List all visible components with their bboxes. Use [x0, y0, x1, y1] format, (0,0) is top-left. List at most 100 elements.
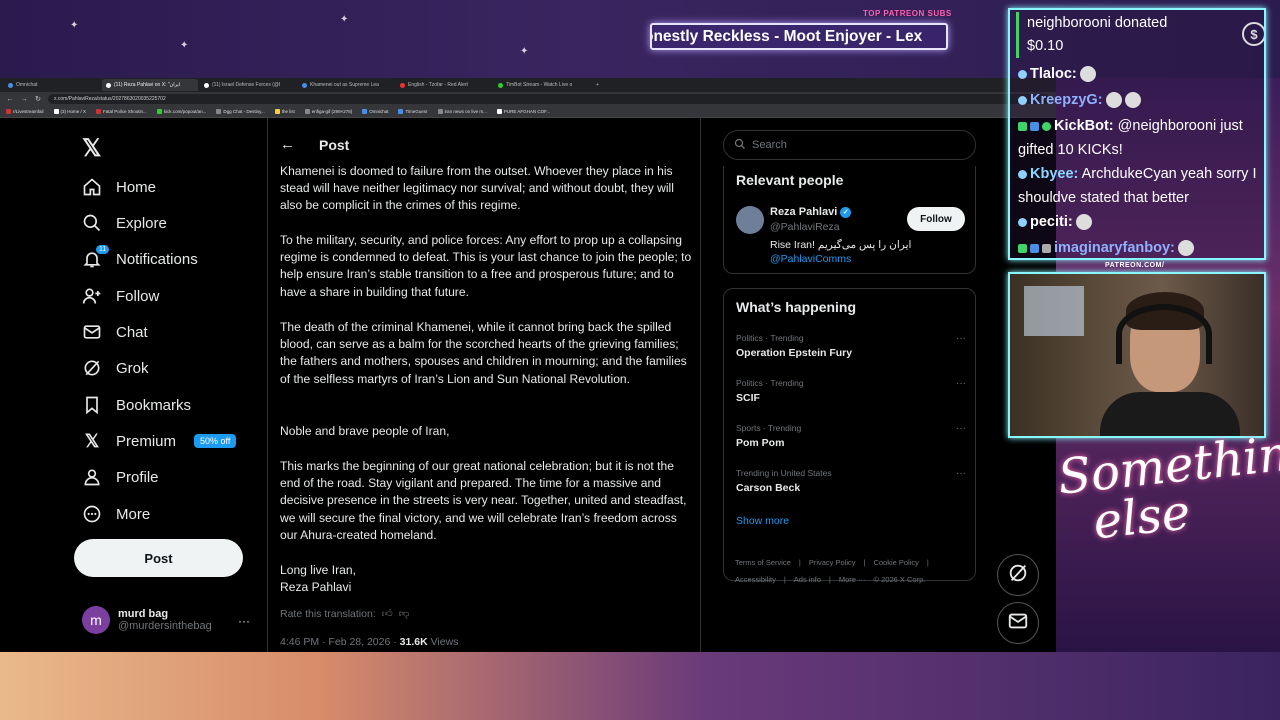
follow-button[interactable]: Follow [907, 207, 965, 231]
trend-item[interactable]: Sports · Trending Pom Pom ··· [736, 423, 966, 449]
browser-tab[interactable]: Omnichat [4, 79, 100, 91]
copyright: © 2026 X Corp. [873, 575, 926, 584]
nav-profile[interactable]: Profile [82, 462, 159, 492]
kick-badge-icon [1018, 243, 1027, 253]
new-tab-button[interactable]: + [592, 79, 604, 91]
bio-link[interactable]: @PahlaviComms [770, 252, 960, 266]
ticker-text: onestly Reckless - Moot Enjoyer - Lex [650, 27, 923, 45]
person-bio: Rise Iran! ایران را پس می‌گیریم @PahlaviC… [770, 238, 960, 266]
back-arrow-icon[interactable]: ← [6, 96, 14, 103]
footer-divider: | [798, 558, 801, 567]
trend-item[interactable]: Trending in United States Carson Beck ··… [736, 468, 966, 494]
forward-arrow-icon[interactable]: → [20, 96, 28, 103]
chat-username: peciti: [1030, 214, 1073, 230]
footer-link[interactable]: Ads info [794, 575, 821, 584]
post-button[interactable]: Post [74, 539, 243, 577]
chat-message: Tlaloc: [1018, 62, 1264, 86]
chat-badge-icon [1018, 69, 1027, 79]
stream-background-bottom [0, 652, 1280, 720]
nav-more[interactable]: More [82, 499, 150, 529]
account-switcher[interactable]: m murd bag @murdersinthebag ··· [82, 606, 250, 634]
avatar[interactable] [736, 206, 764, 234]
chat-message: peciti: [1018, 210, 1264, 234]
footer-link[interactable]: Privacy Policy [809, 558, 856, 567]
nav-label: Home [116, 178, 157, 196]
show-more-link[interactable]: Show more [736, 515, 789, 527]
verified-badge-icon [1042, 121, 1051, 131]
more-dots-icon[interactable]: ··· [238, 614, 250, 628]
mail-icon [1007, 610, 1029, 637]
bookmark-icon [82, 395, 102, 415]
x-icon: 𝕏 [84, 430, 100, 451]
trend-name: Carson Beck [736, 482, 801, 494]
nav-premium[interactable]: 𝕏 Premium 50% off [82, 426, 237, 456]
headset-icon [1116, 304, 1212, 364]
nav-label: More [116, 505, 151, 523]
browser-tab[interactable]: English - Tzofar - Red Alert [396, 79, 492, 91]
browser-tab[interactable]: (11) Israel Defense Forces (@I [200, 79, 296, 91]
nav-label: Follow [116, 287, 160, 305]
browser-window: Omnichat (11) Reza Pahlavi on X: "ایران … [0, 78, 1056, 652]
reload-icon[interactable]: ↻ [34, 95, 42, 103]
footer-divider: | [828, 575, 831, 584]
bookmark-item[interactable]: the list [274, 109, 295, 114]
grok-fab-button[interactable] [997, 554, 1039, 596]
trend-name: Operation Epstein Fury [736, 347, 853, 359]
account-name: murd bag [118, 608, 169, 620]
thumbs-down-icon[interactable]: 👎︎ [399, 607, 410, 620]
more-dots-icon[interactable]: ··· [956, 333, 966, 344]
nav-bookmarks[interactable]: Bookmarks [82, 390, 191, 420]
nav-grok[interactable]: Grok [82, 353, 149, 383]
chat-message: KreepzyG: [1018, 88, 1264, 112]
thumbs-up-icon[interactable]: 👍︎ [382, 607, 393, 620]
bookmark-item[interactable]: Fatal Police Shootin... [96, 109, 147, 114]
bookmark-item[interactable]: Omnichat [362, 109, 388, 114]
post-paragraph: To the military, security, and police fo… [280, 233, 692, 299]
person-name[interactable]: Reza Pahlavi ✓ [770, 206, 852, 218]
post-header: ← Post [280, 136, 349, 153]
url-input[interactable]: x.com/PahlaviReza/status/202786302003522… [48, 94, 1050, 104]
browser-tab[interactable]: Khamenei out as Supreme Lea [298, 79, 394, 91]
nav-home[interactable]: Home [82, 172, 156, 202]
patreon-label: PATREON.COM/ [1105, 262, 1165, 269]
bookmark-item[interactable]: TimeGuesr [398, 109, 428, 114]
bookmark-item[interactable]: r/Livestreamfail [6, 109, 44, 114]
messages-fab-button[interactable] [997, 602, 1039, 644]
chat-username: imaginaryfanboy: [1054, 240, 1175, 256]
more-dots-icon[interactable]: ··· [956, 423, 966, 434]
emote-icon [1105, 92, 1122, 109]
browser-tab-active[interactable]: (11) Reza Pahlavi on X: "ایران [102, 79, 198, 91]
more-icon [82, 504, 102, 524]
bookmark-item[interactable]: enfiga-gif (299×278) [304, 109, 352, 114]
rate-translation: Rate this translation: 👍︎ 👎︎ [280, 607, 410, 621]
post-timestamp: 4:46 PM · Feb 28, 2026 · [280, 636, 400, 648]
bookmark-item[interactable]: kick.com/popout/an... [156, 109, 206, 114]
footer-link[interactable]: Terms of Service [735, 558, 791, 567]
top-subs-label: TOP PATREON SUBS [863, 9, 952, 18]
nav-notifications[interactable]: 11 Notifications [82, 244, 198, 274]
more-dots-icon[interactable]: ··· [956, 378, 966, 389]
nav-explore[interactable]: Explore [82, 208, 167, 238]
footer-link[interactable]: More ··· [839, 575, 866, 584]
footer-link[interactable]: Cookie Policy [873, 558, 918, 567]
post-paragraph: Noble and brave people of Iran, [280, 424, 450, 438]
page-title: Post [319, 136, 350, 153]
bookmark-item[interactable]: (3) Home / X [53, 109, 86, 114]
x-logo-icon[interactable]: 𝕏 [82, 134, 101, 163]
more-dots-icon[interactable]: ··· [956, 468, 966, 479]
chat-text: @neighborooni just gifted 10 KICKs! [1018, 118, 1243, 158]
bookmark-item[interactable]: Dgg Chat - Destiny... [216, 109, 265, 114]
webcam-person-shirt [1100, 392, 1240, 436]
nav-chat[interactable]: Chat [82, 317, 148, 347]
trend-item[interactable]: Politics · Trending SCIF ··· [736, 378, 966, 404]
trend-item[interactable]: Politics · Trending Operation Epstein Fu… [736, 333, 966, 359]
search-input[interactable]: Search [723, 130, 976, 160]
bookmark-item[interactable]: PURE AFGHAN COF... [496, 109, 550, 114]
bookmark-item[interactable]: iran news on live m... [437, 109, 487, 114]
premium-discount-pill: 50% off [194, 434, 237, 448]
footer-link[interactable]: Accessibility [735, 575, 776, 584]
browser-tab[interactable]: TimBot Stream - Watch Live o [494, 79, 590, 91]
tab-favicon-icon [498, 82, 503, 88]
back-arrow-icon[interactable]: ← [280, 136, 295, 153]
nav-follow[interactable]: Follow [82, 281, 159, 311]
